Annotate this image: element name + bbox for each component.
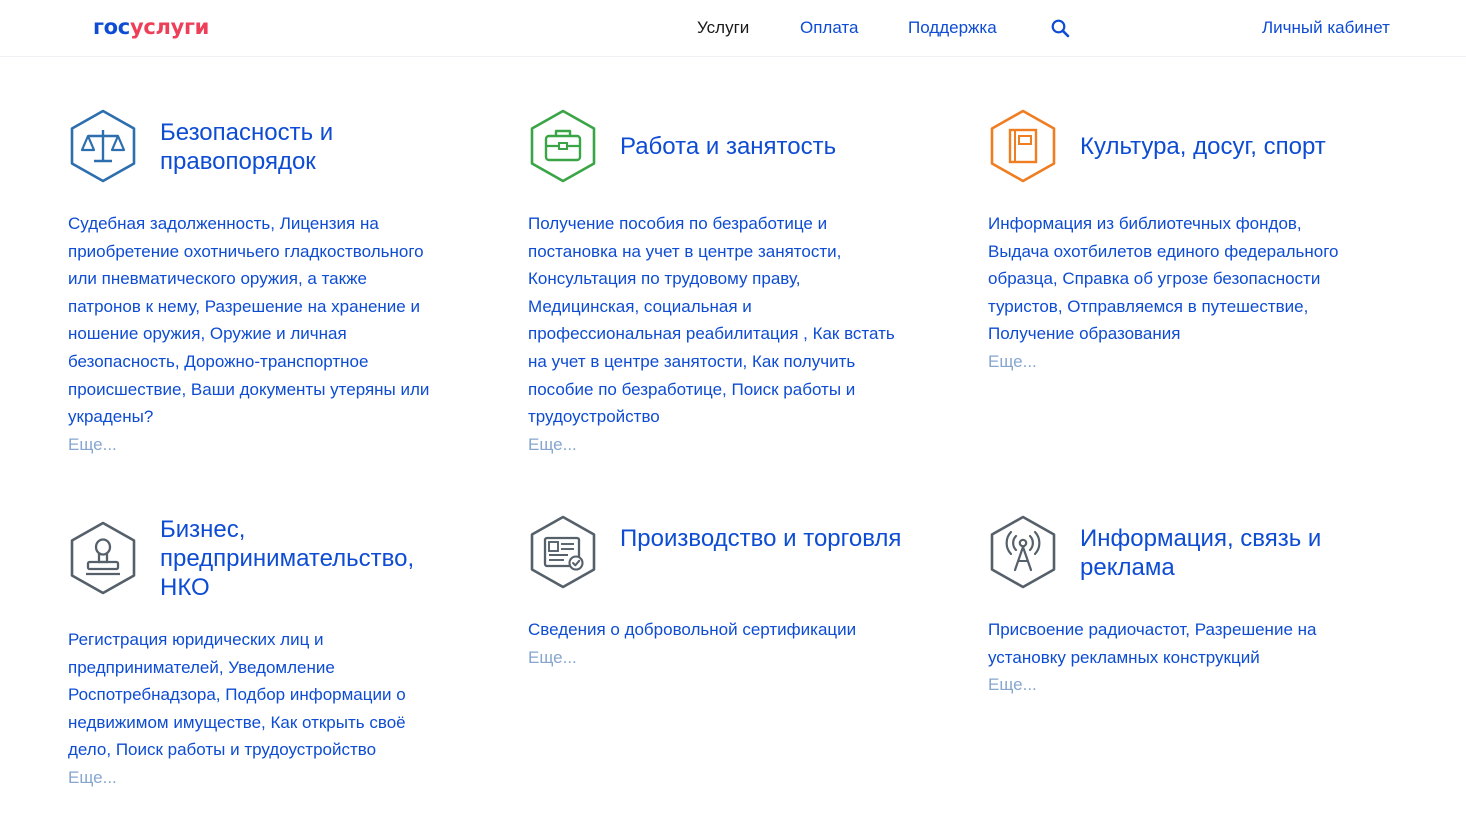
category-culture-more-link[interactable]: Еще... <box>988 348 1358 376</box>
gosuslugi-logo[interactable]: госуслуги <box>93 12 209 42</box>
category-communication-more-link[interactable]: Еще... <box>988 671 1358 699</box>
logo-part-gos: гос <box>93 15 130 39</box>
category-production-title[interactable]: Производство и торговля <box>620 524 920 553</box>
category-business-more-link[interactable]: Еще... <box>68 764 438 792</box>
certificate-icon <box>530 515 596 589</box>
category-culture-links: Информация из библиотечных фондов, Выдач… <box>988 210 1358 376</box>
nav-payment[interactable]: Оплата <box>800 18 858 38</box>
category-business-title[interactable]: Бизнес, предпринимательство, НКО <box>160 515 460 602</box>
category-culture-links-text[interactable]: Информация из библиотечных фондов, Выдач… <box>988 214 1338 343</box>
personal-cabinet-link[interactable]: Личный кабинет <box>1262 18 1390 38</box>
category-business-links: Регистрация юридических лиц и предприним… <box>68 626 438 792</box>
book-icon <box>990 109 1056 183</box>
category-production-more-link[interactable]: Еще... <box>528 644 898 672</box>
category-security-more-link[interactable]: Еще... <box>68 431 438 459</box>
briefcase-icon <box>530 109 596 183</box>
category-work-more-link[interactable]: Еще... <box>528 431 898 459</box>
category-work-links-text[interactable]: Получение пособия по безработице и поста… <box>528 214 895 426</box>
search-button[interactable] <box>1050 18 1072 40</box>
category-security-links: Судебная задолженность, Лицензия на прио… <box>68 210 438 458</box>
stamp-icon <box>70 521 136 595</box>
logo-part-uslugi: услуги <box>129 15 210 39</box>
category-culture-icon-wrap[interactable] <box>988 108 1058 184</box>
category-security-links-text[interactable]: Судебная задолженность, Лицензия на прио… <box>68 214 429 426</box>
category-culture-title[interactable]: Культура, досуг, спорт <box>1080 132 1380 161</box>
category-business-icon-wrap[interactable] <box>68 520 138 596</box>
category-production-icon-wrap[interactable] <box>528 514 598 590</box>
nav-services[interactable]: Услуги <box>697 18 749 38</box>
scales-icon <box>70 109 136 183</box>
category-communication-icon-wrap[interactable] <box>988 514 1058 590</box>
category-production-links: Сведения о добровольной сертификации Еще… <box>528 616 898 671</box>
category-security-icon-wrap[interactable] <box>68 108 138 184</box>
antenna-icon <box>990 515 1056 589</box>
search-icon <box>1051 19 1070 38</box>
category-work-links: Получение пособия по безработице и поста… <box>528 210 898 458</box>
category-work-icon-wrap[interactable] <box>528 108 598 184</box>
category-work-title[interactable]: Работа и занятость <box>620 132 920 161</box>
header: госуслуги Услуги Оплата Поддержка Личный… <box>0 0 1466 57</box>
category-business-links-text[interactable]: Регистрация юридических лиц и предприним… <box>68 630 406 759</box>
category-production-links-text[interactable]: Сведения о добровольной сертификации <box>528 620 856 639</box>
category-security-title[interactable]: Безопасность и правопорядок <box>160 118 460 176</box>
category-communication-links: Присвоение радиочастот, Разрешение на ус… <box>988 616 1358 699</box>
category-communication-title[interactable]: Информация, связь и реклама <box>1080 524 1380 582</box>
nav-support[interactable]: Поддержка <box>908 18 997 38</box>
category-communication-links-text[interactable]: Присвоение радиочастот, Разрешение на ус… <box>988 620 1316 667</box>
